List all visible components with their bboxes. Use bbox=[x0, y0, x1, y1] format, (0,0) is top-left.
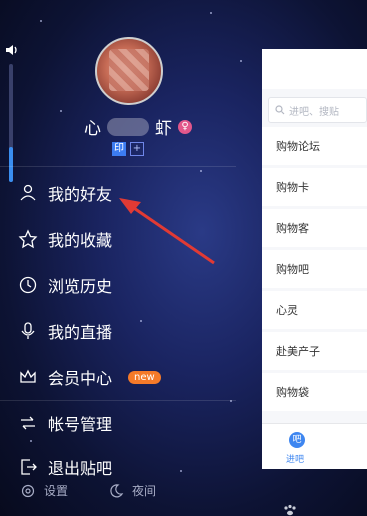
list-item[interactable]: 购物吧 bbox=[262, 250, 367, 288]
search-placeholder: 进吧、搜贴 bbox=[289, 106, 339, 118]
list-item[interactable]: 购物论坛 bbox=[262, 127, 367, 165]
paw-icon bbox=[284, 504, 296, 516]
tab-bar: 吧 进吧 bbox=[262, 423, 367, 469]
search-input[interactable]: 进吧、搜贴 bbox=[268, 97, 367, 123]
tab-enter-bar[interactable]: 进吧 bbox=[286, 452, 304, 465]
list-item[interactable]: 赴美产子 bbox=[262, 332, 367, 370]
tab-enter-bar-icon[interactable]: 吧 bbox=[289, 432, 305, 448]
list-item[interactable]: 购物客 bbox=[262, 209, 367, 247]
main-panel-preview[interactable]: 进吧、搜贴 购物论坛 购物卡 购物客 购物吧 心灵 赴美产子 购物袋 吧 进吧 bbox=[262, 49, 367, 469]
list-item[interactable]: 心灵 bbox=[262, 291, 367, 329]
list-item[interactable]: 购物袋 bbox=[262, 373, 367, 411]
panel-header bbox=[262, 49, 367, 89]
list-item[interactable]: 购物卡 bbox=[262, 168, 367, 206]
search-icon bbox=[275, 105, 285, 115]
